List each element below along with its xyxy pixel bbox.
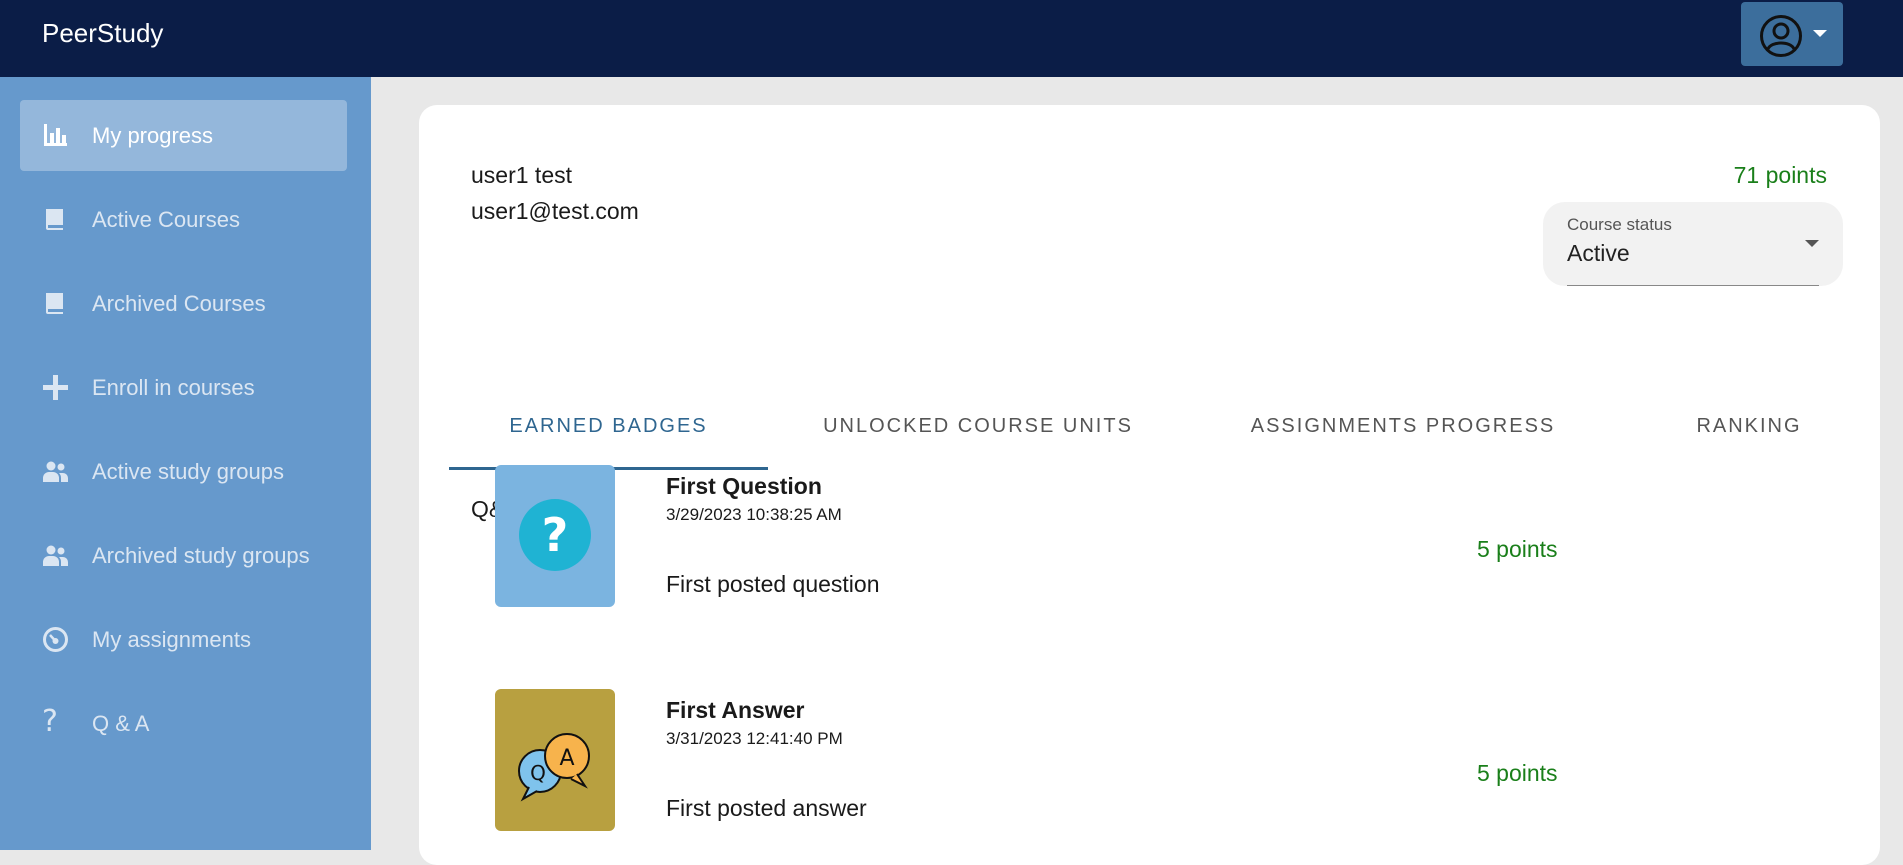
question-icon: ?: [42, 704, 58, 739]
sidebar-nav: My progress Active Courses Archived Cour…: [0, 77, 371, 850]
sidebar-item-q-and-a[interactable]: ? Q & A: [20, 688, 347, 759]
badge-date: 3/31/2023 12:41:40 PM: [666, 729, 843, 748]
badge-description: First posted answer: [666, 795, 867, 821]
tab-unlocked-course-units[interactable]: UNLOCKED COURSE UNITS: [768, 382, 1188, 470]
sidebar-item-active-courses[interactable]: Active Courses: [20, 184, 347, 255]
sidebar-item-archived-study-groups[interactable]: Archived study groups: [20, 520, 347, 591]
total-points: 71 points: [1733, 162, 1827, 188]
account-menu-button[interactable]: [1741, 2, 1843, 66]
group-icon: [43, 545, 68, 566]
user-email: user1@test.com: [471, 198, 639, 224]
sidebar-item-my-progress[interactable]: My progress: [20, 100, 347, 171]
app-brand[interactable]: PeerStudy: [42, 18, 163, 48]
badge-title: First Answer: [666, 697, 805, 723]
sidebar-item-label: Active study groups: [92, 459, 284, 484]
badge-description: First posted question: [666, 571, 880, 597]
course-status-label: Course status: [1567, 215, 1672, 234]
badge-image: Q A: [495, 689, 615, 831]
badge-item: Q A First Answer 3/31/2023 12:41:40 PM F…: [419, 689, 1880, 849]
sidebar-item-my-assignments[interactable]: My assignments: [20, 604, 347, 675]
sidebar-item-label: My assignments: [92, 627, 251, 652]
book-icon: [46, 293, 63, 314]
sidebar-item-label: Q & A: [92, 711, 150, 736]
group-icon: [43, 461, 68, 482]
chevron-down-icon: [1805, 240, 1819, 247]
sidebar-item-label: Archived Courses: [92, 291, 266, 316]
top-app-bar: PeerStudy: [0, 0, 1903, 77]
badge-item: ? First Question 3/29/2023 10:38:25 AM F…: [419, 465, 1880, 625]
badge-title: First Question: [666, 473, 822, 499]
question-badge-icon: ?: [519, 499, 591, 571]
sidebar-item-label: Active Courses: [92, 207, 240, 232]
gauge-icon: [43, 627, 68, 652]
user-name: user1 test: [471, 162, 572, 188]
tab-earned-badges[interactable]: EARNED BADGES: [449, 382, 768, 470]
qa-bubbles-badge-icon: Q A: [518, 733, 590, 802]
bar-chart-icon: [44, 124, 67, 146]
sidebar-item-enroll-in-courses[interactable]: Enroll in courses: [20, 352, 347, 423]
badge-date: 3/29/2023 10:38:25 AM: [666, 505, 842, 524]
badge-points: 5 points: [1477, 536, 1558, 562]
plus-icon: [43, 375, 68, 400]
account-circle-icon: [1760, 15, 1802, 57]
progress-card: user1 test user1@test.com 71 points Cour…: [419, 105, 1880, 865]
tab-ranking[interactable]: RANKING: [1639, 382, 1859, 470]
chevron-down-icon: [1813, 30, 1827, 37]
course-status-select[interactable]: Course status Active: [1543, 202, 1843, 286]
sidebar-item-archived-courses[interactable]: Archived Courses: [20, 268, 347, 339]
progress-tabs: EARNED BADGES UNLOCKED COURSE UNITS ASSI…: [449, 382, 1859, 470]
sidebar-item-label: My progress: [92, 123, 214, 148]
tab-assignments-progress[interactable]: ASSIGNMENTS PROGRESS: [1208, 382, 1598, 470]
book-icon: [46, 209, 63, 230]
badge-image: ?: [495, 465, 615, 607]
svg-text:?: ?: [542, 508, 569, 562]
select-underline: [1567, 285, 1819, 286]
badge-points: 5 points: [1477, 760, 1558, 786]
sidebar-item-label: Archived study groups: [92, 543, 310, 568]
svg-text:A: A: [559, 746, 574, 771]
sidebar-item-active-study-groups[interactable]: Active study groups: [20, 436, 347, 507]
svg-text:Q: Q: [530, 761, 546, 785]
sidebar-item-label: Enroll in courses: [92, 375, 255, 400]
course-status-value: Active: [1567, 240, 1630, 266]
